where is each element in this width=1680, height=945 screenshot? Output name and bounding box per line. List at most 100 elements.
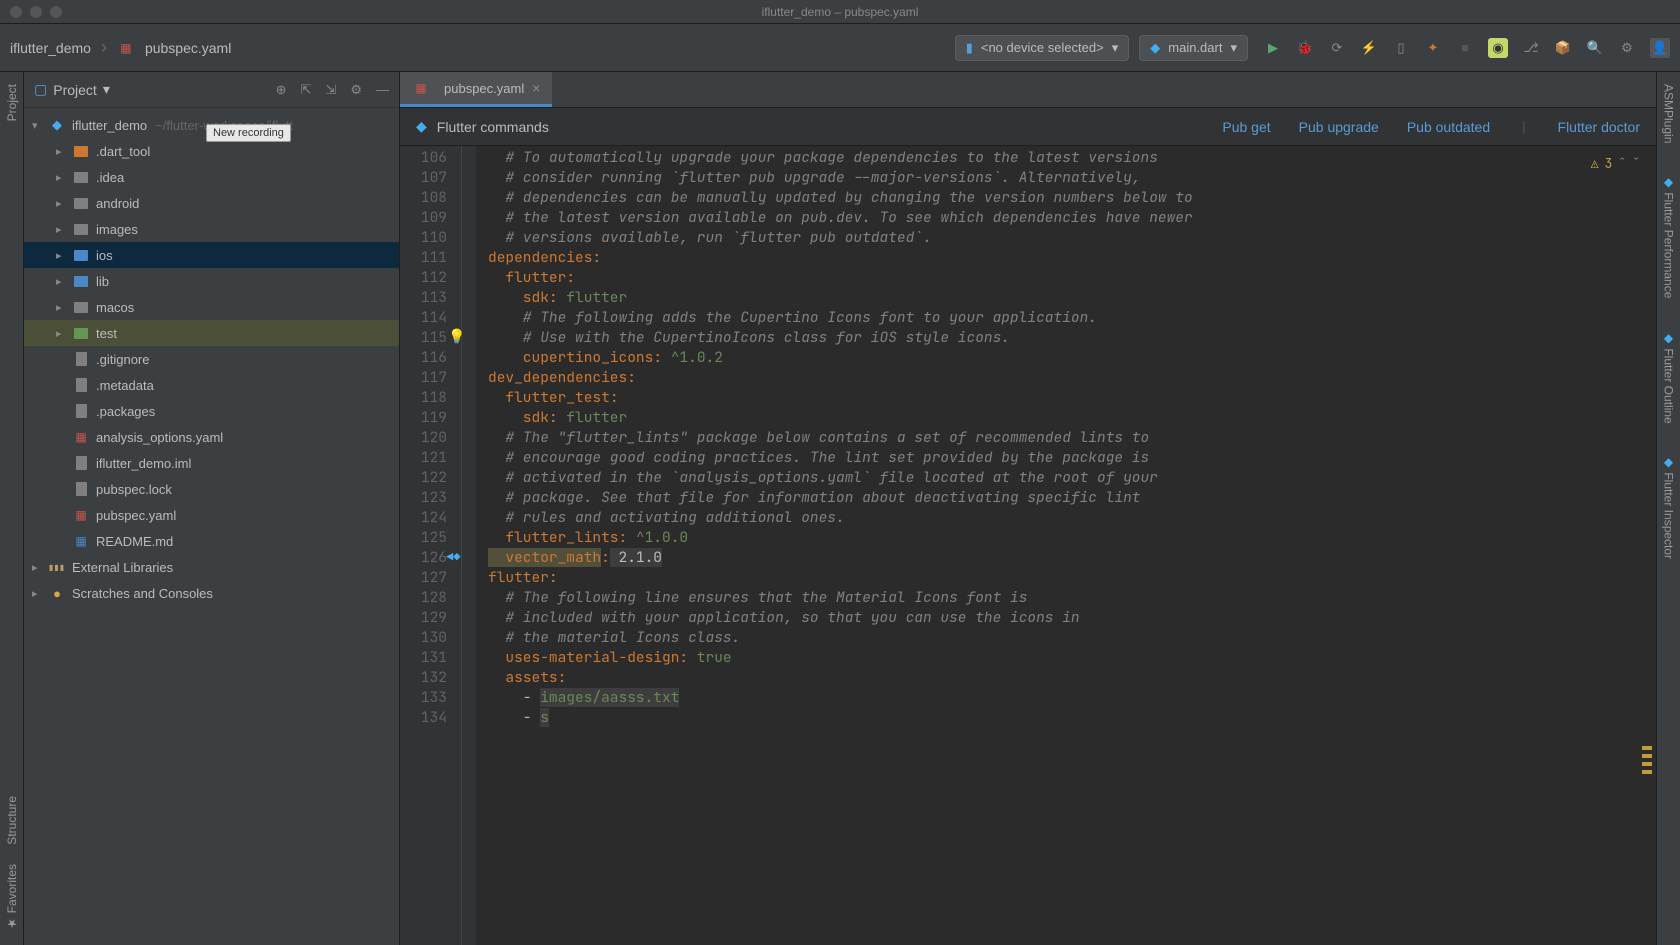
zoom-window-button[interactable] [50, 6, 62, 18]
external-libraries-row[interactable]: ▸External Libraries [24, 554, 399, 580]
fold-gutter[interactable] [462, 146, 476, 945]
tree-item-label: README.md [96, 534, 173, 549]
file-gray-icon [72, 482, 90, 496]
search-icon[interactable]: 🔍 [1586, 39, 1604, 57]
chevron-right-icon[interactable]: ▸ [56, 145, 72, 158]
debug-button[interactable]: 🐞 [1296, 39, 1314, 57]
flutter-icon: ◆ [416, 118, 427, 135]
left-tool-window-bar: Project Structure ★ Favorites [0, 72, 24, 945]
file-yaml-icon [72, 430, 90, 444]
tree-item-macos[interactable]: ▸macos [24, 294, 399, 320]
close-tab-icon[interactable]: × [532, 80, 540, 96]
minimize-window-button[interactable] [30, 6, 42, 18]
flutter-commands-bar: ◆ Flutter commands Pub get Pub upgrade P… [400, 108, 1656, 146]
prev-highlight-icon[interactable]: ˆ [1618, 154, 1626, 174]
tree-item-android[interactable]: ▸android [24, 190, 399, 216]
editor-tab-pubspec[interactable]: pubspec.yaml × [400, 72, 552, 107]
hot-reload-button[interactable]: ⚡ [1360, 39, 1378, 57]
settings-icon[interactable]: ⚙ [1618, 39, 1636, 57]
editor-tab-bar: pubspec.yaml × [400, 72, 1656, 108]
tree-item-analysis_options-yaml[interactable]: analysis_options.yaml [24, 424, 399, 450]
tree-item-label: .idea [96, 170, 124, 185]
chevron-right-icon[interactable]: ▸ [32, 587, 48, 600]
expand-all-icon[interactable]: ⇱ [301, 82, 312, 98]
chevron-right-icon[interactable]: ▸ [56, 275, 72, 288]
favorites-tool-tab[interactable]: ★ Favorites [3, 858, 21, 937]
flutter-doctor-action[interactable]: Flutter doctor [1558, 119, 1640, 135]
tree-item-label: iflutter_demo.iml [96, 456, 191, 471]
tree-item--idea[interactable]: ▸ .idea [24, 164, 399, 190]
structure-tool-tab[interactable]: Structure [3, 790, 21, 851]
tree-item-test[interactable]: ▸test [24, 320, 399, 346]
breadcrumb-project[interactable]: iflutter_demo [10, 40, 91, 56]
next-highlight-icon[interactable]: ˇ [1632, 154, 1640, 174]
flutter-performance-tool-tab[interactable]: ◆ Flutter Performance [1660, 169, 1678, 304]
tree-item-label: pubspec.yaml [96, 508, 176, 523]
tree-item-pubspec-yaml[interactable]: pubspec.yaml [24, 502, 399, 528]
project-view-title[interactable]: Project [53, 82, 97, 98]
collapse-all-icon[interactable]: ⇲ [325, 82, 336, 98]
chevron-down-icon[interactable]: ▾ [32, 119, 48, 132]
flutter-icon: ◆ [1150, 40, 1160, 56]
chevron-right-icon[interactable]: ▸ [32, 561, 48, 574]
tree-item-pubspec-lock[interactable]: pubspec.lock [24, 476, 399, 502]
device-selector-dropdown[interactable]: ▮ <no device selected> ▾ [955, 35, 1130, 61]
attach-debugger-button[interactable]: ▯ [1392, 39, 1410, 57]
chevron-down-icon[interactable]: ▾ [103, 81, 110, 98]
flutter-inspector-tool-tab[interactable]: ◆ Flutter Inspector [1660, 449, 1678, 565]
hide-icon[interactable]: — [376, 82, 389, 98]
tree-item--gitignore[interactable]: .gitignore [24, 346, 399, 372]
chevron-right-icon [97, 37, 111, 58]
tree-item-README-md[interactable]: README.md [24, 528, 399, 554]
package-button[interactable]: 📦 [1554, 39, 1572, 57]
chevron-right-icon[interactable]: ▸ [56, 223, 72, 236]
pub-outdated-action[interactable]: Pub outdated [1407, 119, 1490, 135]
tree-item--packages[interactable]: .packages [24, 398, 399, 424]
tree-item-iflutter_demo-iml[interactable]: iflutter_demo.iml [24, 450, 399, 476]
stop-button[interactable]: ■ [1456, 39, 1474, 57]
asmplugin-tool-tab[interactable]: ASMPlugin [1660, 78, 1678, 149]
chevron-right-icon[interactable]: ▸ [56, 171, 72, 184]
code-area[interactable]: 💡 ◀◆ # To automatically upgrade your pac… [476, 146, 1656, 945]
pub-get-action[interactable]: Pub get [1222, 119, 1270, 135]
user-icon[interactable]: 👤 [1650, 38, 1670, 58]
pub-upgrade-action[interactable]: Pub upgrade [1299, 119, 1379, 135]
select-opened-file-icon[interactable]: ⊕ [276, 82, 287, 98]
project-tool-tab[interactable]: Project [3, 78, 21, 127]
flutter-outline-tool-tab[interactable]: ◆ Flutter Outline [1660, 325, 1678, 430]
tree-item-label: lib [96, 274, 109, 289]
breadcrumb[interactable]: iflutter_demo pubspec.yaml [10, 37, 231, 58]
file-md-icon [72, 534, 90, 548]
related-file-icon[interactable]: ◀◆ [446, 547, 460, 567]
window-title: iflutter_demo – pubspec.yaml [762, 5, 919, 19]
devtools-button[interactable]: ✦ [1424, 39, 1442, 57]
editor-content[interactable]: 1061071081091101111121131141151161171181… [400, 146, 1656, 945]
scratches-row[interactable]: ▸Scratches and Consoles [24, 580, 399, 606]
intention-bulb-icon[interactable]: 💡 [448, 327, 465, 347]
project-tree[interactable]: ▾ iflutter_demo ~/flutter-workspace/iflu… [24, 108, 399, 945]
chevron-right-icon[interactable]: ▸ [56, 197, 72, 210]
chevron-right-icon[interactable]: ▸ [56, 249, 72, 262]
chevron-right-icon[interactable]: ▸ [56, 327, 72, 340]
git-button[interactable]: ⎇ [1522, 39, 1540, 57]
chevron-right-icon[interactable]: ▸ [56, 301, 72, 314]
tree-item--metadata[interactable]: .metadata [24, 372, 399, 398]
editor-scrollbar[interactable] [1640, 146, 1652, 945]
tree-item-images[interactable]: ▸images [24, 216, 399, 242]
tree-item-ios[interactable]: ▸ios [24, 242, 399, 268]
coverage-button[interactable]: ⟳ [1328, 39, 1346, 57]
project-view-icon: ▢ [34, 81, 47, 98]
close-window-button[interactable] [10, 6, 22, 18]
inspection-indicator[interactable]: ⚠ 3 ˆ ˇ [1591, 154, 1640, 174]
gear-icon[interactable]: ⚙ [350, 82, 362, 98]
run-button[interactable]: ▶ [1264, 39, 1282, 57]
breadcrumb-file[interactable]: pubspec.yaml [145, 40, 231, 56]
flutter-commands-title: Flutter commands [437, 119, 549, 135]
run-configuration-dropdown[interactable]: ◆ main.dart ▾ [1139, 35, 1248, 61]
window-titlebar: iflutter_demo – pubspec.yaml [0, 0, 1680, 24]
flutter-project-icon [48, 117, 66, 133]
folder-orange-icon [72, 146, 90, 157]
avatar-icon[interactable]: ◉ [1488, 38, 1508, 58]
folder-gray-icon [72, 224, 90, 235]
tree-item-lib[interactable]: ▸ lib [24, 268, 399, 294]
